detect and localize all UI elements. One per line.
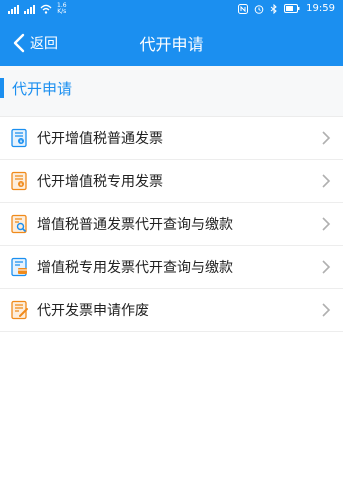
section-title: 代开申请 bbox=[12, 80, 73, 98]
back-button[interactable]: 返回 bbox=[12, 31, 58, 55]
invoice-general-icon: ¥ bbox=[11, 128, 27, 148]
nav-bar: 返回 代开申请 bbox=[0, 20, 343, 66]
top-bar: 1.6 K/s 19:59 返回 代开申请 bbox=[0, 0, 343, 66]
menu-item-label: 增值税普通发票代开查询与缴款 bbox=[37, 217, 233, 233]
menu-item-general-invoice[interactable]: ¥ 代开增值税普通发票 bbox=[0, 117, 343, 160]
section-accent-bar bbox=[0, 78, 4, 98]
invoice-void-icon bbox=[11, 300, 28, 320]
network-speed: 1.6 K/s bbox=[57, 2, 67, 15]
menu-item-label: 代开增值税普通发票 bbox=[37, 131, 163, 147]
back-label: 返回 bbox=[30, 36, 58, 52]
chevron-right-icon bbox=[322, 217, 331, 231]
section-header: 代开申请 bbox=[0, 66, 343, 117]
chevron-right-icon bbox=[322, 174, 331, 188]
chevron-right-icon bbox=[322, 260, 331, 274]
clock: 19:59 bbox=[306, 3, 335, 14]
menu-item-special-query-payment[interactable]: 增值税专用发票代开查询与缴款 bbox=[0, 246, 343, 289]
nfc-icon bbox=[238, 3, 249, 14]
menu-item-label: 代开发票申请作废 bbox=[37, 303, 149, 319]
chevron-right-icon bbox=[322, 303, 331, 317]
menu-item-label: 增值税专用发票代开查询与缴款 bbox=[37, 260, 233, 276]
chevron-right-icon bbox=[322, 131, 331, 145]
wifi-icon bbox=[40, 4, 52, 14]
alarm-icon bbox=[254, 4, 264, 14]
battery-icon bbox=[284, 4, 300, 13]
signal-icon-2 bbox=[24, 4, 35, 14]
status-bar: 1.6 K/s 19:59 bbox=[0, 0, 343, 20]
bluetooth-icon bbox=[270, 3, 277, 14]
menu-item-void-invoice[interactable]: 代开发票申请作废 bbox=[0, 289, 343, 332]
menu-item-general-query-payment[interactable]: 增值税普通发票代开查询与缴款 bbox=[0, 203, 343, 246]
menu-item-special-invoice[interactable]: ¥ 代开增值税专用发票 bbox=[0, 160, 343, 203]
svg-text:¥: ¥ bbox=[20, 182, 23, 188]
invoice-payment-icon bbox=[11, 257, 27, 277]
invoice-search-icon bbox=[11, 214, 27, 234]
invoice-special-icon: ¥ bbox=[11, 171, 27, 191]
chevron-left-icon bbox=[13, 33, 25, 53]
menu-list: ¥ 代开增值税普通发票 ¥ 代开增值税专用发票 增值税普通发票代开查询与缴款 增… bbox=[0, 117, 343, 332]
signal-icon bbox=[8, 4, 19, 14]
svg-text:¥: ¥ bbox=[20, 139, 23, 145]
menu-item-label: 代开增值税专用发票 bbox=[37, 174, 163, 190]
